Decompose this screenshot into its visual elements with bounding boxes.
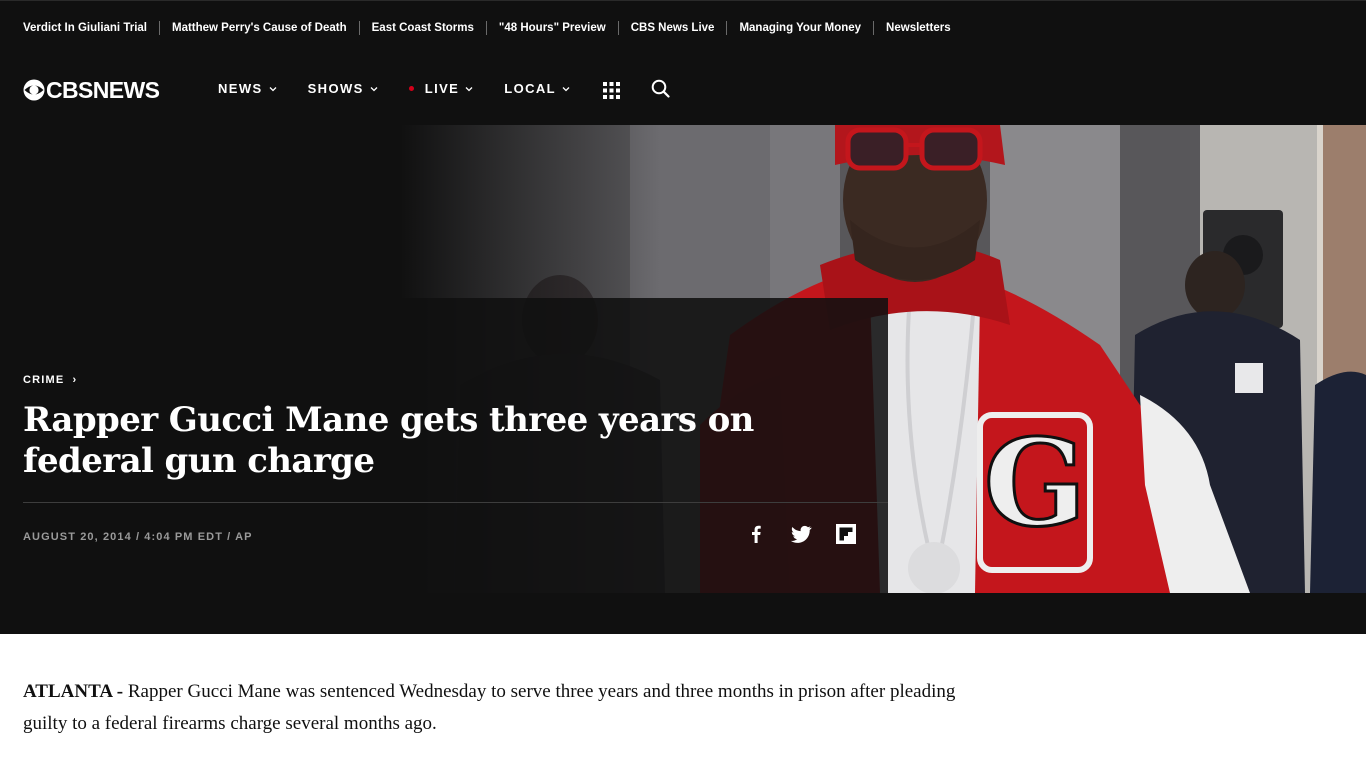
- article-headline: Rapper Gucci Mane gets three years on fe…: [23, 400, 754, 481]
- nav-live-label: LIVE: [424, 81, 460, 96]
- chevron-down-icon: [562, 86, 570, 91]
- live-indicator-dot: [408, 86, 414, 91]
- article-byline: AUGUST 20, 2014 / 4:04 PM EDT / AP: [23, 531, 253, 543]
- nav-live[interactable]: LIVE: [408, 81, 474, 96]
- trending-link-giuliani[interactable]: Verdict In Giuliani Trial: [23, 22, 147, 34]
- chevron-down-icon: [370, 86, 378, 91]
- nav-news-label: NEWS: [218, 81, 263, 96]
- trending-link-48-hours[interactable]: "48 Hours" Preview: [499, 22, 606, 34]
- twitter-icon[interactable]: [789, 522, 813, 546]
- flipboard-icon[interactable]: [834, 522, 858, 546]
- nav-shows[interactable]: SHOWS: [308, 81, 378, 96]
- trending-links: Verdict In Giuliani Trial Matthew Perry'…: [23, 21, 951, 35]
- article-body: ATLANTA - Rapper Gucci Mane was sentence…: [23, 676, 1003, 740]
- separator: [158, 21, 160, 35]
- article-paragraph: Rapper Gucci Mane was sentenced Wednesda…: [23, 681, 956, 734]
- nav-news[interactable]: NEWS: [218, 81, 277, 96]
- separator: [485, 21, 487, 35]
- hero-bottom-strip: [888, 593, 1366, 634]
- nav-local-label: LOCAL: [504, 81, 557, 96]
- main-nav: CBSNEWS NEWS SHOWS LIVE LOCAL: [0, 56, 1366, 125]
- logo-wordmark: CBSNEWS: [46, 76, 160, 103]
- article-dateline: ATLANTA -: [23, 681, 124, 702]
- nav-shows-label: SHOWS: [307, 81, 364, 96]
- divider: [23, 502, 888, 503]
- cbs-eye-icon: [23, 79, 45, 101]
- chevron-down-icon: [269, 86, 277, 91]
- trending-bar: Verdict In Giuliani Trial Matthew Perry'…: [0, 0, 1366, 56]
- trending-link-managing-money[interactable]: Managing Your Money: [739, 22, 861, 34]
- separator: [358, 21, 360, 35]
- trending-link-cbs-news-live[interactable]: CBS News Live: [631, 22, 715, 34]
- article-hero: G CRIME › Rapper Gucci Mane gets three y…: [0, 125, 1366, 634]
- jacket-letter: G: [984, 413, 1086, 554]
- chevron-down-icon: [465, 86, 473, 91]
- separator: [617, 21, 619, 35]
- trending-link-east-coast-storms[interactable]: East Coast Storms: [372, 22, 474, 34]
- nav-local[interactable]: LOCAL: [504, 81, 570, 96]
- grid-icon[interactable]: [603, 82, 620, 99]
- facebook-icon[interactable]: [744, 522, 768, 546]
- trending-link-matthew-perry[interactable]: Matthew Perry's Cause of Death: [172, 22, 347, 34]
- breadcrumb-label: CRIME: [23, 374, 65, 386]
- nav-menu: NEWS SHOWS LIVE LOCAL: [218, 81, 601, 96]
- separator: [726, 21, 728, 35]
- chevron-right-icon: ›: [72, 374, 78, 386]
- separator: [873, 21, 875, 35]
- cbs-news-logo[interactable]: CBSNEWS: [23, 76, 160, 104]
- trending-link-newsletters[interactable]: Newsletters: [886, 22, 951, 34]
- search-icon[interactable]: [651, 79, 670, 98]
- breadcrumb-crime[interactable]: CRIME ›: [23, 374, 77, 386]
